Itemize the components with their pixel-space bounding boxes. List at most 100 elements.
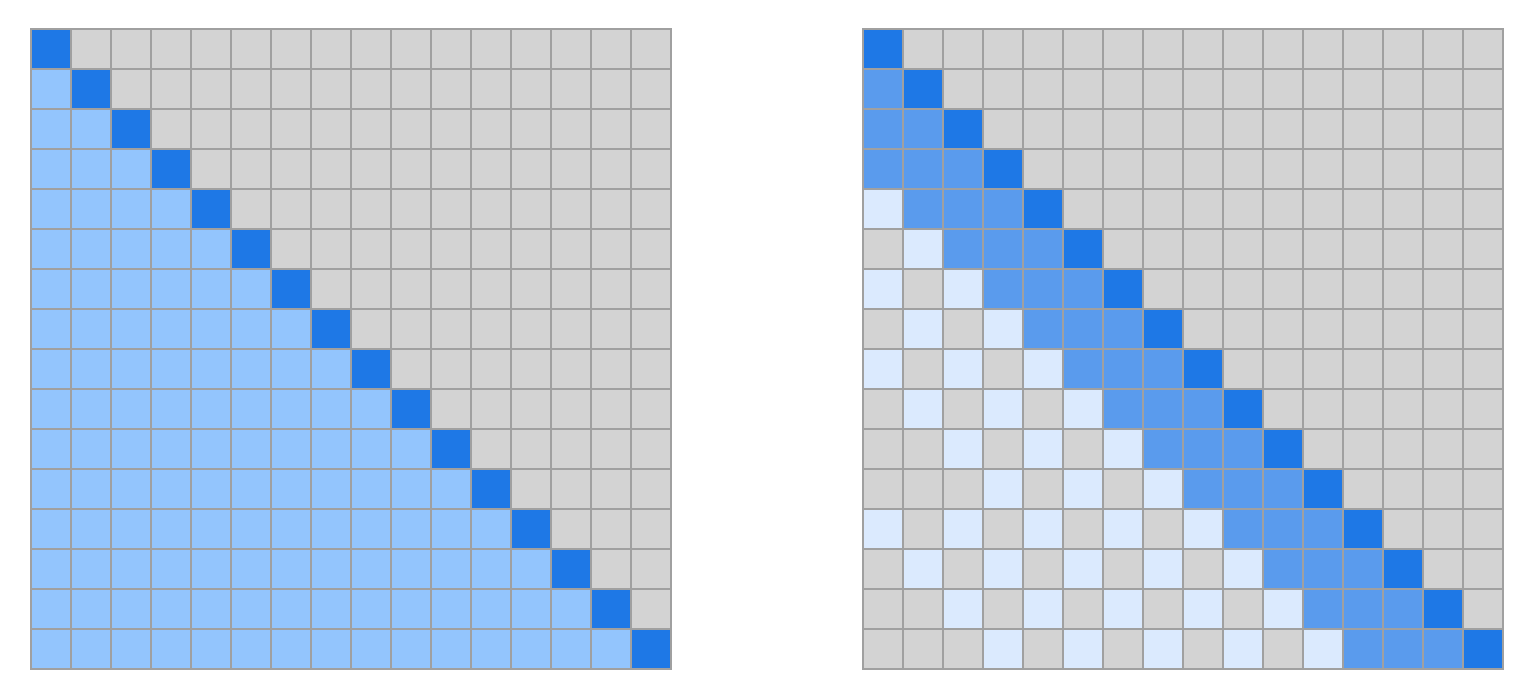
matrix-cell — [1223, 349, 1263, 389]
matrix-cell — [1263, 509, 1303, 549]
matrix-cell — [1463, 549, 1503, 589]
matrix-cell — [863, 509, 903, 549]
matrix-cell — [1263, 69, 1303, 109]
matrix-cell — [511, 309, 551, 349]
matrix-cell — [1383, 189, 1423, 229]
matrix-cell — [943, 229, 983, 269]
matrix-cell — [591, 309, 631, 349]
matrix-cell — [1223, 429, 1263, 469]
matrix-cell — [1423, 349, 1463, 389]
matrix-cell — [1143, 269, 1183, 309]
matrix-cell — [471, 549, 511, 589]
matrix-cell — [1463, 509, 1503, 549]
matrix-cell — [863, 469, 903, 509]
matrix-cell — [943, 549, 983, 589]
matrix-cell — [983, 469, 1023, 509]
matrix-cell — [1303, 349, 1343, 389]
matrix-cell — [511, 509, 551, 549]
matrix-cell — [391, 629, 431, 669]
matrix-cell — [471, 629, 511, 669]
matrix-cell — [903, 109, 943, 149]
matrix-cell — [631, 189, 671, 229]
matrix-cell — [431, 29, 471, 69]
matrix-cell — [311, 269, 351, 309]
matrix-cell — [511, 589, 551, 629]
matrix-cell — [1423, 389, 1463, 429]
matrix-cell — [1063, 149, 1103, 189]
matrix-cell — [591, 429, 631, 469]
matrix-cell — [31, 229, 71, 269]
matrix-cell — [1263, 149, 1303, 189]
matrix-cell — [1223, 109, 1263, 149]
matrix-cell — [111, 29, 151, 69]
matrix-cell — [1063, 429, 1103, 469]
matrix-cell — [631, 29, 671, 69]
matrix-cell — [1183, 29, 1223, 69]
matrix-cell — [1343, 509, 1383, 549]
matrix-cell — [71, 29, 111, 69]
matrix-cell — [1103, 589, 1143, 629]
matrix-cell — [1183, 109, 1223, 149]
matrix-cell — [943, 589, 983, 629]
matrix-cell — [1383, 469, 1423, 509]
matrix-cell — [903, 429, 943, 469]
matrix-cell — [71, 429, 111, 469]
matrix-cell — [1463, 69, 1503, 109]
matrix-cell — [551, 149, 591, 189]
matrix-cell — [1103, 109, 1143, 149]
matrix-cell — [391, 189, 431, 229]
matrix-cell — [1423, 269, 1463, 309]
matrix-cell — [1023, 189, 1063, 229]
matrix-cell — [1423, 149, 1463, 189]
matrix-cell — [151, 309, 191, 349]
matrix-cell — [391, 349, 431, 389]
matrix-cell — [351, 309, 391, 349]
matrix-cell — [1223, 509, 1263, 549]
matrix-cell — [983, 429, 1023, 469]
matrix-cell — [191, 589, 231, 629]
matrix-cell — [431, 469, 471, 509]
matrix-cell — [903, 469, 943, 509]
matrix-cell — [1383, 309, 1423, 349]
matrix-cell — [983, 69, 1023, 109]
matrix-cell — [631, 309, 671, 349]
matrix-cell — [231, 629, 271, 669]
matrix-cell — [191, 469, 231, 509]
matrix-cell — [471, 309, 511, 349]
matrix-cell — [231, 109, 271, 149]
matrix-cell — [151, 389, 191, 429]
matrix-cell — [191, 509, 231, 549]
matrix-cell — [591, 629, 631, 669]
matrix-cell — [311, 69, 351, 109]
matrix-cell — [551, 69, 591, 109]
matrix-cell — [231, 29, 271, 69]
matrix-cell — [943, 629, 983, 669]
matrix-cell — [311, 389, 351, 429]
matrix-cell — [111, 189, 151, 229]
matrix-cell — [1343, 429, 1383, 469]
matrix-cell — [551, 349, 591, 389]
matrix-cell — [1183, 269, 1223, 309]
matrix-cell — [31, 269, 71, 309]
matrix-cell — [1263, 309, 1303, 349]
matrix-cell — [311, 549, 351, 589]
matrix-cell — [1263, 109, 1303, 149]
matrix-cell — [1183, 189, 1223, 229]
matrix-cell — [1023, 109, 1063, 149]
matrix-cell — [271, 469, 311, 509]
matrix-cell — [943, 29, 983, 69]
matrix-cell — [111, 549, 151, 589]
matrix-cell — [1143, 29, 1183, 69]
matrix-cell — [1463, 469, 1503, 509]
matrix-cell — [71, 589, 111, 629]
matrix-cell — [1423, 549, 1463, 589]
matrix-cell — [1023, 429, 1063, 469]
matrix-cell — [1303, 269, 1343, 309]
matrix-cell — [903, 269, 943, 309]
matrix-cell — [1343, 589, 1383, 629]
matrix-cell — [471, 149, 511, 189]
matrix-cell — [983, 149, 1023, 189]
matrix-cell — [231, 229, 271, 269]
matrix-cell — [351, 269, 391, 309]
matrix-cell — [551, 589, 591, 629]
